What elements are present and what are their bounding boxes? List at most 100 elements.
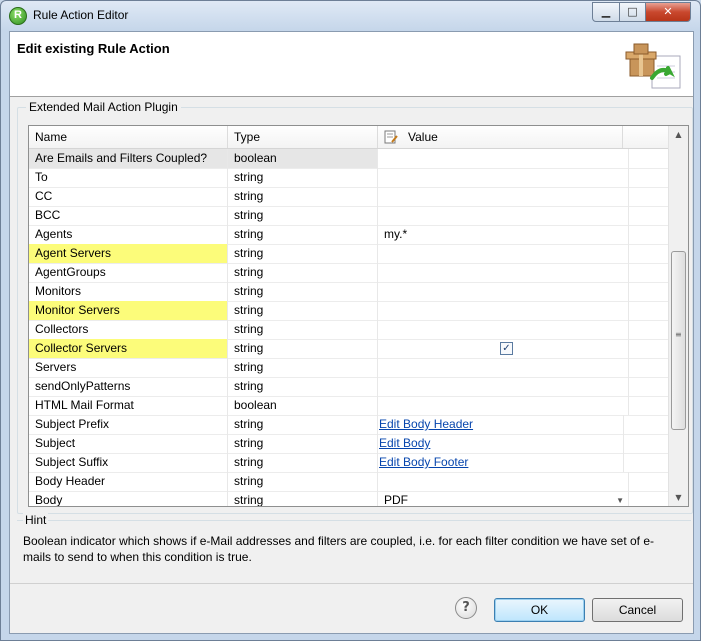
cell-name: Subject Prefix [29,415,228,434]
edit-link[interactable]: Edit Body [379,436,430,450]
cell-extra [629,415,667,434]
cell-name: Monitor Servers [29,301,228,320]
app-icon: R [9,7,27,25]
cell-extra [629,206,667,225]
cell-name: HTML Mail Format [29,396,228,415]
cell-type: string [228,282,378,301]
close-button[interactable]: ✕ [645,2,691,22]
table-row[interactable]: Monitor Servers string [29,301,668,321]
cell-type: string [228,434,378,453]
hint-section: Hint Boolean indicator which shows if e-… [17,513,691,577]
table-row[interactable]: BCC string [29,206,668,226]
cell-type: string [228,491,378,506]
table-row[interactable]: AgentGroups string [29,263,668,283]
package-edit-icon [625,43,681,89]
properties-table[interactable]: Name Type Value Are Emails and Filters C… [28,125,689,507]
table-row[interactable]: Subject Suffix string Edit Body Footer [29,453,668,473]
cell-value[interactable] [378,187,629,206]
table-row[interactable]: Monitors string [29,282,668,302]
cell-extra [629,453,667,472]
cell-type: string [228,301,378,320]
cell-name: Agents [29,225,228,244]
cell-value[interactable] [378,244,629,263]
cell-extra [629,149,667,168]
cell-name: Servers [29,358,228,377]
cell-value[interactable] [378,263,629,282]
cancel-button[interactable]: Cancel [592,598,683,622]
table-header: Name Type Value [29,126,668,149]
cell-extra [629,263,667,282]
cell-name: CC [29,187,228,206]
table-row[interactable]: Body Header string [29,472,668,492]
vertical-scrollbar[interactable]: ▲ ≡ ▼ [668,126,688,506]
cell-extra [629,225,667,244]
checkbox[interactable]: ✓ [500,342,513,355]
cell-value[interactable] [378,168,629,187]
value-column-icon [384,130,398,144]
cell-name: Subject Suffix [29,453,228,472]
scrollbar-thumb[interactable]: ≡ [671,251,686,430]
table-row[interactable]: sendOnlyPatterns string [29,377,668,397]
column-header-type[interactable]: Type [228,126,378,148]
cell-extra [629,282,667,301]
cell-value[interactable] [378,301,629,320]
cell-value[interactable] [378,472,629,491]
cell-value[interactable]: Edit Body [378,434,624,453]
table-row[interactable]: Subject string Edit Body [29,434,668,454]
table-row[interactable]: Collector Servers string ✓ [29,339,668,359]
help-icon[interactable]: ? [455,597,477,619]
edit-link[interactable]: Edit Body Header [379,417,473,431]
scroll-up-arrow-icon[interactable]: ▲ [669,126,688,143]
cell-extra [629,301,667,320]
cell-type: string [228,263,378,282]
table-row[interactable]: To string [29,168,668,188]
table-row[interactable]: HTML Mail Format boolean [29,396,668,416]
table-row[interactable]: Collectors string [29,320,668,340]
title-bar[interactable]: R Rule Action Editor ▁ □ ✕ [1,1,700,31]
minimize-button[interactable]: ▁ [592,2,620,22]
table-row[interactable]: Subject Prefix string Edit Body Header [29,415,668,435]
cell-name: Monitors [29,282,228,301]
table-row[interactable]: Are Emails and Filters Coupled? boolean [29,149,668,169]
cell-value[interactable]: Edit Body Header [378,415,624,434]
cell-value[interactable]: my.* [378,225,629,244]
cell-value[interactable] [378,377,629,396]
value-column-label: Value [408,130,438,144]
cell-value[interactable] [378,320,629,339]
cell-value[interactable] [378,149,629,168]
cell-type: string [228,415,378,434]
column-header-value[interactable]: Value [378,126,623,148]
table-row[interactable]: Agents string my.* [29,225,668,245]
cell-extra [629,320,667,339]
column-header-name[interactable]: Name [29,126,228,148]
scroll-down-arrow-icon[interactable]: ▼ [669,489,688,506]
cell-name: Collector Servers [29,339,228,358]
cell-name: To [29,168,228,187]
column-header-extra [629,126,667,148]
cell-type: string [228,453,378,472]
cell-extra [629,358,667,377]
table-row[interactable]: Body string PDF ▼ [29,491,668,506]
cell-extra [629,244,667,263]
group-label: Extended Mail Action Plugin [26,100,181,114]
cell-value[interactable]: Edit Body Footer [378,453,624,472]
hint-label: Hint [23,513,49,527]
ok-button[interactable]: OK [494,598,585,622]
cell-type: string [228,472,378,491]
table-row[interactable]: Servers string [29,358,668,378]
maximize-button[interactable]: □ [619,2,646,22]
cell-value[interactable] [378,396,629,415]
value-checkbox-cell[interactable]: ✓ [378,339,629,358]
cell-name: sendOnlyPatterns [29,377,228,396]
table-row[interactable]: Agent Servers string [29,244,668,264]
window-title: Rule Action Editor [33,8,129,22]
dropdown-arrow-icon[interactable]: ▼ [616,491,624,506]
cell-value[interactable] [378,206,629,225]
edit-link[interactable]: Edit Body Footer [379,455,468,469]
cell-value[interactable] [378,358,629,377]
cell-extra [629,377,667,396]
value-dropdown[interactable]: PDF ▼ [378,491,629,506]
cell-value[interactable] [378,282,629,301]
table-row[interactable]: CC string [29,187,668,207]
button-bar-separator [10,583,693,584]
